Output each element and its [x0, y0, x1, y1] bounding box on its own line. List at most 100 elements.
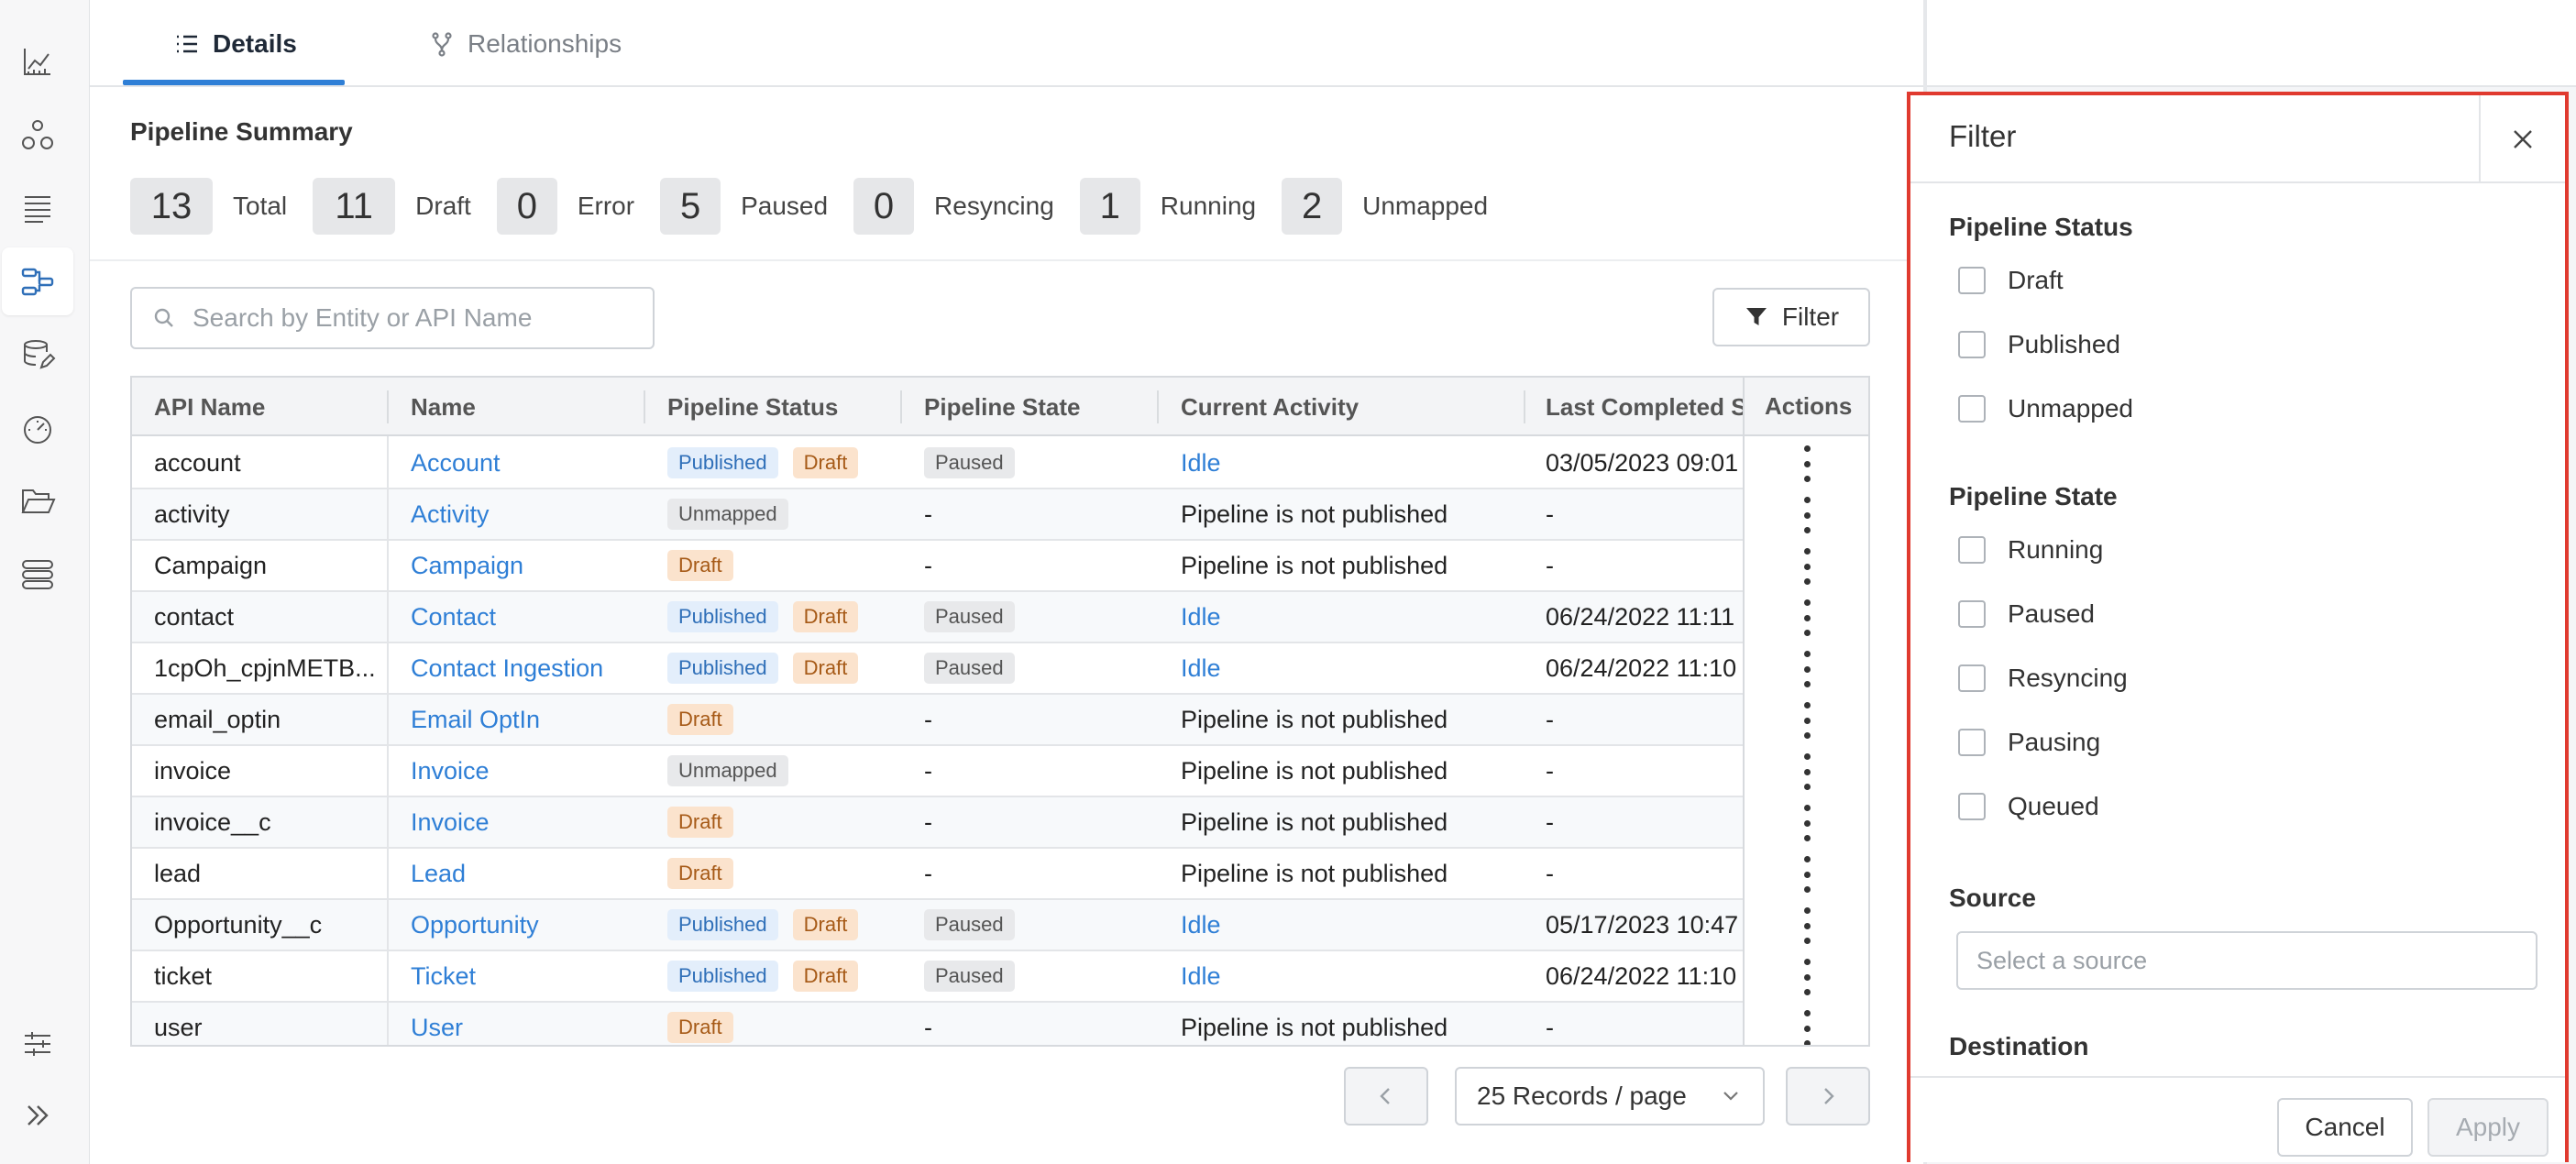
checkbox-published[interactable]: Published [1958, 326, 2120, 363]
cell-name[interactable]: Email OptIn [389, 695, 644, 744]
cell-name[interactable]: Contact Ingestion [389, 643, 644, 693]
analytics-icon[interactable] [2, 27, 73, 95]
checkbox-resyncing[interactable]: Resyncing [1958, 660, 2128, 697]
col-last-completed[interactable]: Last Completed Sy [1525, 378, 1743, 436]
tab-details[interactable]: Details [174, 0, 297, 87]
more-actions-icon[interactable] [1800, 907, 1814, 944]
name-link[interactable]: Email OptIn [411, 706, 540, 734]
previous-page-button[interactable] [1344, 1067, 1428, 1126]
more-actions-icon[interactable] [1800, 651, 1814, 687]
more-actions-icon[interactable] [1800, 1010, 1814, 1045]
name-link[interactable]: Opportunity [411, 911, 539, 939]
connections-icon[interactable] [2, 101, 73, 169]
checkbox-running[interactable]: Running [1958, 532, 2103, 568]
cell-name[interactable]: Account [389, 438, 644, 488]
name-link[interactable]: User [411, 1014, 463, 1042]
name-link[interactable]: Contact Ingestion [411, 654, 603, 683]
cell-current-activity[interactable]: Idle [1159, 438, 1524, 488]
close-button[interactable] [2479, 95, 2565, 183]
more-actions-icon[interactable] [1800, 599, 1814, 636]
table-row[interactable]: email_optin Email OptIn Draft - Pipeline is … [132, 695, 1868, 746]
cell-name[interactable]: Lead [389, 849, 644, 898]
checkbox-box[interactable] [1958, 267, 1986, 294]
more-actions-icon[interactable] [1800, 497, 1814, 533]
activity-link[interactable]: Idle [1181, 603, 1221, 631]
col-pipeline-state[interactable]: Pipeline State [902, 378, 1157, 436]
col-api-name[interactable]: API Name [132, 378, 387, 436]
pipelines-icon[interactable] [2, 247, 73, 315]
cell-name[interactable]: Invoice [389, 797, 644, 847]
checkbox-box[interactable] [1958, 729, 1986, 756]
table-row[interactable]: Campaign Campaign Draft - Pipeline is not pu… [132, 541, 1868, 592]
table-row[interactable]: activity Activity Unmapped - Pipeline is not… [132, 489, 1868, 541]
checkbox-queued[interactable]: Queued [1958, 788, 2099, 825]
more-actions-icon[interactable] [1800, 959, 1814, 995]
name-link[interactable]: Invoice [411, 757, 490, 785]
table-row[interactable]: invoice Invoice Unmapped - Pipeline is not p… [132, 746, 1868, 797]
cell-current-activity[interactable]: Idle [1159, 951, 1524, 1001]
cell-name[interactable]: Activity [389, 489, 644, 539]
settings-sliders-icon[interactable] [2, 1010, 73, 1078]
checkbox-paused[interactable]: Paused [1958, 596, 2095, 632]
more-actions-icon[interactable] [1800, 805, 1814, 841]
name-link[interactable]: Lead [411, 860, 466, 888]
cell-current-activity[interactable]: Idle [1159, 592, 1524, 642]
table-row[interactable]: contact Contact Published Draft Paused Idle 06… [132, 592, 1868, 643]
activity-link[interactable]: Idle [1181, 449, 1221, 478]
col-current-activity[interactable]: Current Activity [1159, 378, 1524, 436]
cell-name[interactable]: User [389, 1003, 644, 1045]
more-actions-icon[interactable] [1800, 856, 1814, 893]
checkbox-box[interactable] [1958, 600, 1986, 628]
activity-link[interactable]: Idle [1181, 962, 1221, 991]
cell-current-activity[interactable]: Idle [1159, 900, 1524, 950]
folder-open-icon[interactable] [2, 467, 73, 535]
database-edit-icon[interactable] [2, 321, 73, 389]
tab-relationships[interactable]: Relationships [429, 0, 622, 87]
cell-current-activity[interactable]: Idle [1159, 643, 1524, 693]
more-actions-icon[interactable] [1800, 445, 1814, 482]
table-row[interactable]: Opportunity__c Opportunity Published Draft P… [132, 900, 1868, 951]
cell-name[interactable]: Invoice [389, 746, 644, 796]
name-link[interactable]: Campaign [411, 552, 523, 580]
expand-chevrons-icon[interactable] [2, 1082, 73, 1149]
stack-list-icon[interactable] [2, 541, 73, 609]
checkbox-box[interactable] [1958, 664, 1986, 692]
source-select[interactable]: Select a source [1956, 931, 2537, 990]
cancel-button[interactable]: Cancel [2277, 1098, 2413, 1157]
more-actions-icon[interactable] [1800, 702, 1814, 739]
cell-name[interactable]: Contact [389, 592, 644, 642]
checkbox-box[interactable] [1958, 395, 1986, 423]
checkbox-box[interactable] [1958, 793, 1986, 820]
dashboard-gauge-icon[interactable] [2, 394, 73, 462]
search-input[interactable]: Search by Entity or API Name [130, 287, 655, 349]
checkbox-box[interactable] [1958, 331, 1986, 358]
name-link[interactable]: Ticket [411, 962, 476, 991]
table-row[interactable]: ticket Ticket Published Draft Paused Idle 06/2… [132, 951, 1868, 1003]
list-view-icon[interactable] [2, 174, 73, 242]
table-row[interactable]: lead Lead Draft - Pipeline is not published - [132, 849, 1868, 900]
checkbox-box[interactable] [1958, 536, 1986, 564]
apply-button[interactable]: Apply [2427, 1098, 2548, 1157]
col-pipeline-status[interactable]: Pipeline Status [645, 378, 900, 436]
name-link[interactable]: Activity [411, 500, 490, 529]
more-actions-icon[interactable] [1800, 548, 1814, 585]
next-page-button[interactable] [1786, 1067, 1870, 1126]
table-row[interactable]: account Account Published Draft Paused Idle 03… [132, 438, 1868, 489]
table-row[interactable]: invoice__c Invoice Draft - Pipeline is not p… [132, 797, 1868, 849]
cell-name[interactable]: Ticket [389, 951, 644, 1001]
table-row[interactable]: 1cpOh_cpjnMETB... Contact Ingestion Publis… [132, 643, 1868, 695]
page-size-select[interactable]: 25 Records / page [1455, 1067, 1765, 1126]
name-link[interactable]: Account [411, 449, 501, 478]
checkbox-unmapped[interactable]: Unmapped [1958, 390, 2133, 427]
activity-link[interactable]: Idle [1181, 911, 1221, 939]
name-link[interactable]: Invoice [411, 808, 490, 837]
name-link[interactable]: Contact [411, 603, 496, 631]
cell-name[interactable]: Opportunity [389, 900, 644, 950]
activity-link[interactable]: Idle [1181, 654, 1221, 683]
checkbox-pausing[interactable]: Pausing [1958, 724, 2100, 761]
filter-button[interactable]: Filter [1712, 288, 1870, 346]
col-name[interactable]: Name [389, 378, 644, 436]
checkbox-draft[interactable]: Draft [1958, 262, 2064, 299]
table-row[interactable]: user User Draft - Pipeline is not published - [132, 1003, 1868, 1045]
cell-name[interactable]: Campaign [389, 541, 644, 590]
